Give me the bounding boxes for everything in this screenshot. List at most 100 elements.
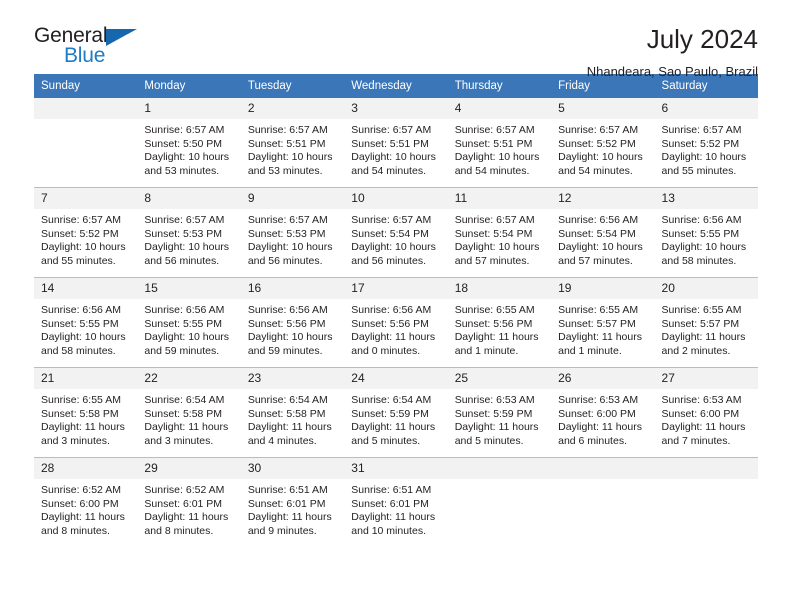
daylight-text-line2: and 5 minutes. (351, 434, 421, 447)
sunset-text: Sunset: 5:55 PM (661, 227, 740, 240)
day-number: 9 (240, 188, 345, 209)
day-number: 14 (34, 278, 138, 299)
day-number: 30 (240, 458, 345, 479)
day-cell[interactable]: 21 Sunrise: 6:55 AM Sunset: 5:58 PM Dayl… (34, 367, 138, 458)
day-cell[interactable]: 20 Sunrise: 6:55 AM Sunset: 5:57 PM Dayl… (654, 277, 758, 368)
daylight-text-line2: and 58 minutes. (661, 254, 737, 267)
day-cell[interactable]: 25 Sunrise: 6:53 AM Sunset: 5:59 PM Dayl… (447, 367, 552, 458)
daylight-text-line1: Daylight: 10 hours (247, 241, 333, 254)
day-number: 31 (344, 458, 448, 479)
sunrise-text: Sunrise: 6:51 AM (247, 484, 328, 496)
daylight-text-line1: Daylight: 11 hours (558, 421, 642, 434)
daylight-text-line2: and 5 minutes. (454, 434, 524, 447)
day-cell[interactable]: 15 Sunrise: 6:56 AM Sunset: 5:55 PM Dayl… (137, 277, 241, 368)
daylight-text-line2: and 57 minutes. (454, 254, 530, 267)
day-number: 28 (34, 458, 138, 479)
day-number: 1 (137, 98, 241, 119)
day-number: 7 (34, 188, 138, 209)
day-cell[interactable]: 9 Sunrise: 6:57 AM Sunset: 5:53 PM Dayli… (240, 187, 345, 278)
sunrise-text: Sunrise: 6:57 AM (351, 124, 432, 136)
day-cell[interactable]: 6 Sunrise: 6:57 AM Sunset: 5:52 PM Dayli… (654, 98, 758, 188)
day-details: Sunrise: 6:57 AM Sunset: 5:52 PM Dayligh… (551, 119, 654, 178)
calendar-week-row: 1 Sunrise: 6:57 AM Sunset: 5:50 PM Dayli… (34, 98, 758, 188)
day-cell[interactable] (551, 457, 655, 547)
day-cell[interactable]: 27 Sunrise: 6:53 AM Sunset: 6:00 PM Dayl… (654, 367, 758, 458)
sunset-text: Sunset: 5:53 PM (247, 227, 326, 240)
sunset-text: Sunset: 5:54 PM (351, 227, 429, 240)
day-number: 17 (344, 278, 448, 299)
daylight-text-line1: Daylight: 10 hours (247, 331, 333, 344)
sunset-text: Sunset: 5:51 PM (351, 137, 429, 150)
day-cell[interactable]: 31 Sunrise: 6:51 AM Sunset: 6:01 PM Dayl… (344, 457, 448, 547)
day-cell[interactable]: 22 Sunrise: 6:54 AM Sunset: 5:58 PM Dayl… (137, 367, 241, 458)
daylight-text-line1: Daylight: 10 hours (661, 241, 747, 254)
day-cell[interactable]: 1 Sunrise: 6:57 AM Sunset: 5:50 PM Dayli… (137, 98, 241, 188)
sunset-text: Sunset: 5:58 PM (144, 407, 223, 420)
sunrise-text: Sunrise: 6:57 AM (351, 214, 432, 226)
day-details: Sunrise: 6:51 AM Sunset: 6:01 PM Dayligh… (344, 479, 447, 538)
day-cell[interactable]: 24 Sunrise: 6:54 AM Sunset: 5:59 PM Dayl… (344, 367, 448, 458)
daylight-text-line1: Daylight: 11 hours (661, 331, 746, 344)
daylight-text-line2: and 55 minutes. (661, 164, 737, 177)
sunset-text: Sunset: 5:55 PM (144, 317, 223, 330)
daylight-text-line2: and 9 minutes. (247, 524, 317, 537)
sunset-text: Sunset: 6:01 PM (351, 497, 429, 510)
sunset-text: Sunset: 5:56 PM (454, 317, 533, 330)
day-cell[interactable]: 16 Sunrise: 6:56 AM Sunset: 5:56 PM Dayl… (240, 277, 345, 368)
day-details: Sunrise: 6:57 AM Sunset: 5:51 PM Dayligh… (241, 119, 344, 178)
day-details: Sunrise: 6:57 AM Sunset: 5:52 PM Dayligh… (655, 119, 758, 178)
day-cell[interactable]: 10 Sunrise: 6:57 AM Sunset: 5:54 PM Dayl… (344, 187, 448, 278)
day-cell[interactable] (654, 457, 758, 547)
day-cell[interactable]: 26 Sunrise: 6:53 AM Sunset: 6:00 PM Dayl… (551, 367, 655, 458)
sunrise-text: Sunrise: 6:56 AM (661, 214, 742, 226)
day-details: Sunrise: 6:57 AM Sunset: 5:50 PM Dayligh… (137, 119, 240, 178)
day-cell[interactable] (34, 98, 138, 188)
sunset-text: Sunset: 5:59 PM (454, 407, 533, 420)
day-details: Sunrise: 6:53 AM Sunset: 6:00 PM Dayligh… (551, 389, 654, 448)
day-cell[interactable]: 2 Sunrise: 6:57 AM Sunset: 5:51 PM Dayli… (240, 98, 345, 188)
day-details: Sunrise: 6:57 AM Sunset: 5:53 PM Dayligh… (137, 209, 240, 268)
day-details: Sunrise: 6:54 AM Sunset: 5:58 PM Dayligh… (137, 389, 240, 448)
day-details: Sunrise: 6:56 AM Sunset: 5:55 PM Dayligh… (655, 209, 758, 268)
day-cell[interactable]: 23 Sunrise: 6:54 AM Sunset: 5:58 PM Dayl… (240, 367, 345, 458)
day-cell[interactable]: 12 Sunrise: 6:56 AM Sunset: 5:54 PM Dayl… (551, 187, 655, 278)
day-cell[interactable]: 7 Sunrise: 6:57 AM Sunset: 5:52 PM Dayli… (34, 187, 138, 278)
day-cell[interactable] (447, 457, 552, 547)
day-cell[interactable]: 18 Sunrise: 6:55 AM Sunset: 5:56 PM Dayl… (447, 277, 552, 368)
weekday-header-sunday: Sunday (34, 74, 138, 98)
day-cell[interactable]: 14 Sunrise: 6:56 AM Sunset: 5:55 PM Dayl… (34, 277, 138, 368)
day-cell[interactable]: 4 Sunrise: 6:57 AM Sunset: 5:51 PM Dayli… (447, 98, 552, 188)
sunrise-text: Sunrise: 6:57 AM (247, 124, 328, 136)
day-number: 22 (137, 368, 241, 389)
day-details: Sunrise: 6:57 AM Sunset: 5:52 PM Dayligh… (34, 209, 137, 268)
day-cell[interactable]: 29 Sunrise: 6:52 AM Sunset: 6:01 PM Dayl… (137, 457, 241, 547)
daylight-text-line2: and 4 minutes. (247, 434, 317, 447)
day-cell[interactable]: 5 Sunrise: 6:57 AM Sunset: 5:52 PM Dayli… (551, 98, 655, 188)
sunset-text: Sunset: 5:57 PM (661, 317, 740, 330)
sunrise-text: Sunrise: 6:57 AM (144, 214, 225, 226)
day-number: 6 (654, 98, 758, 119)
sunset-text: Sunset: 6:00 PM (661, 407, 740, 420)
day-cell[interactable]: 17 Sunrise: 6:56 AM Sunset: 5:56 PM Dayl… (344, 277, 448, 368)
day-cell[interactable]: 30 Sunrise: 6:51 AM Sunset: 6:01 PM Dayl… (240, 457, 345, 547)
day-number: 29 (137, 458, 241, 479)
sunrise-text: Sunrise: 6:57 AM (454, 124, 535, 136)
day-cell[interactable]: 19 Sunrise: 6:55 AM Sunset: 5:57 PM Dayl… (551, 277, 655, 368)
general-blue-logo: General Blue (34, 24, 146, 70)
daylight-text-line2: and 8 minutes. (41, 524, 110, 537)
daylight-text-line2: and 56 minutes. (144, 254, 220, 267)
day-details: Sunrise: 6:56 AM Sunset: 5:54 PM Dayligh… (551, 209, 654, 268)
day-cell[interactable]: 28 Sunrise: 6:52 AM Sunset: 6:00 PM Dayl… (34, 457, 138, 547)
daylight-text-line2: and 54 minutes. (558, 164, 633, 177)
day-number: 20 (654, 278, 758, 299)
daylight-text-line1: Daylight: 11 hours (41, 421, 125, 434)
day-cell[interactable]: 13 Sunrise: 6:56 AM Sunset: 5:55 PM Dayl… (654, 187, 758, 278)
sunset-text: Sunset: 5:55 PM (41, 317, 119, 330)
sunset-text: Sunset: 5:52 PM (558, 137, 636, 150)
sunrise-text: Sunrise: 6:55 AM (454, 304, 535, 316)
day-cell[interactable]: 11 Sunrise: 6:57 AM Sunset: 5:54 PM Dayl… (447, 187, 552, 278)
day-cell[interactable]: 3 Sunrise: 6:57 AM Sunset: 5:51 PM Dayli… (344, 98, 448, 188)
daylight-text-line2: and 56 minutes. (247, 254, 323, 267)
day-cell[interactable]: 8 Sunrise: 6:57 AM Sunset: 5:53 PM Dayli… (137, 187, 241, 278)
day-details: Sunrise: 6:55 AM Sunset: 5:57 PM Dayligh… (655, 299, 758, 358)
